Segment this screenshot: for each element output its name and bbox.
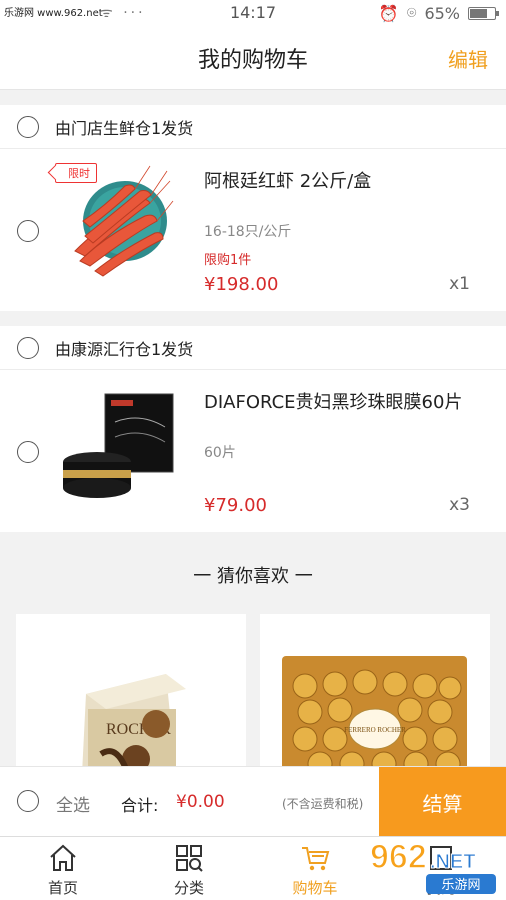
eye-mask-image[interactable] [55, 382, 175, 512]
item-name[interactable]: DIAFORCE贵妇黑珍珠眼膜60片 [204, 388, 462, 414]
tab-label: 首页 [47, 879, 78, 897]
shop-group-header: 由门店生鲜仓1发货 [0, 105, 506, 149]
shop-group-1: 由门店生鲜仓1发货 限时 阿根廷红虾 2公斤/盒 16-18只/公斤 限购1件 … [0, 105, 506, 311]
logo-number: 962 [370, 838, 427, 876]
shop-select-radio[interactable] [17, 115, 39, 138]
checkout-bar: 全选 合计: ¥0.00 (不含运费和税) 结算 [0, 766, 506, 837]
item-spec: 60片 [204, 445, 236, 461]
tab-label: 分类 [173, 879, 204, 897]
tab-label: 购物车 [292, 879, 338, 897]
logo-suffix: .NET [430, 851, 476, 873]
item-price: ¥79.00 [204, 495, 267, 516]
cart-icon [302, 847, 330, 871]
shop-label: 由康源汇行仓1发货 [55, 339, 194, 359]
status-bar: 乐游网 www.962.net ᯤ ··· 14:17 ⏰ ⌾ 65% [0, 0, 506, 26]
logo-sub: 乐游网 [441, 878, 480, 893]
page-title: 我的购物车 [197, 48, 308, 73]
shop-select-radio[interactable] [17, 336, 39, 359]
item-price: ¥198.00 [204, 274, 279, 295]
recommend-title: 一 猜你喜欢 一 [193, 566, 313, 587]
tab-cart[interactable]: 购物车 [252, 837, 378, 900]
total-amount: ¥0.00 [176, 792, 225, 812]
item-quantity: x1 [449, 274, 470, 294]
ferrero-brand-text: FERRERO ROCHER [344, 726, 406, 734]
edit-button[interactable]: 编辑 [448, 44, 488, 73]
shop-group-2: 由康源汇行仓1发货 DIAFORCE贵妇黑珍珠眼膜60片 60片 ¥79.00 … [0, 326, 506, 532]
site-watermark-logo: 962 .NET 乐游网 [369, 837, 496, 894]
limited-time-tag: 限时 [55, 163, 97, 183]
location-icon: ⌾ [406, 3, 417, 22]
purchase-limit: 限购1件 [204, 253, 252, 268]
item-select-radio[interactable] [17, 441, 39, 463]
shop-group-header: 由康源汇行仓1发货 [0, 326, 506, 370]
recommend-card[interactable]: ROCHER [16, 614, 246, 774]
item-quantity: x3 [449, 495, 470, 515]
app-header: 我的购物车 编辑 [0, 26, 506, 90]
battery-percent: 65% [424, 3, 460, 23]
recommend-card[interactable]: FERRERO ROCHER [260, 614, 490, 774]
rocher-image: ROCHER [16, 614, 246, 774]
select-all-label[interactable]: 全选 [56, 791, 90, 816]
tab-category[interactable]: 分类 [126, 837, 252, 900]
category-icon [176, 845, 203, 872]
ferrero-image: FERRERO ROCHER [260, 614, 490, 774]
battery-icon [468, 6, 499, 20]
item-name[interactable]: 阿根廷红虾 2公斤/盒 [204, 167, 371, 193]
home-icon [50, 844, 76, 871]
total-label: 合计: [121, 796, 159, 815]
alarm-icon: ⏰ [378, 3, 399, 23]
item-select-radio[interactable] [17, 220, 39, 242]
select-all-radio[interactable] [17, 790, 39, 812]
cart-item[interactable]: 限时 阿根廷红虾 2公斤/盒 16-18只/公斤 限购1件 ¥198.00 x1 [0, 149, 506, 311]
cart-item[interactable]: DIAFORCE贵妇黑珍珠眼膜60片 60片 ¥79.00 x3 [0, 370, 506, 532]
item-spec: 16-18只/公斤 [204, 224, 292, 240]
checkout-button[interactable]: 结算 [379, 767, 506, 837]
tax-note: (不含运费和税) [282, 797, 364, 811]
status-icons-right: ⏰ ⌾ 65% [378, 3, 499, 23]
tab-home[interactable]: 首页 [0, 837, 126, 900]
shop-label: 由门店生鲜仓1发货 [55, 118, 194, 138]
